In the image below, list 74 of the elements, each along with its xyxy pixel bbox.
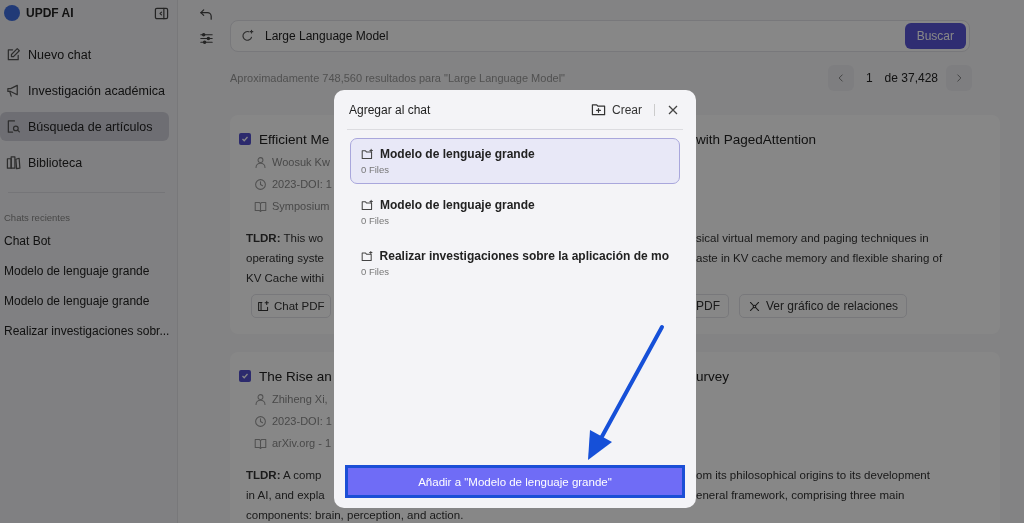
file-count: 0 Files xyxy=(361,266,390,277)
folder-icon xyxy=(361,198,374,212)
nav-item[interactable]: Biblioteca xyxy=(0,148,169,177)
clock-icon xyxy=(254,414,267,428)
checkmark-icon xyxy=(241,135,249,143)
search-spark-icon xyxy=(241,29,255,43)
paper-title[interactable]: Efficient Me xyxy=(259,131,330,147)
chat-option[interactable]: Realizar investigaciones sobre la aplicación de mo 0 Files xyxy=(350,240,680,286)
summary-text: eneral framework, comprising three main xyxy=(696,489,905,501)
folder-icon xyxy=(361,147,374,161)
person-icon xyxy=(254,155,267,169)
paper-title[interactable]: with PagedAttention xyxy=(696,131,817,147)
filter-icon xyxy=(199,31,214,46)
checkbox[interactable] xyxy=(239,133,251,145)
dialog-title: Agregar al chat xyxy=(349,102,432,117)
create-button[interactable]: Crear xyxy=(591,102,642,117)
author-text: Zhiheng Xi, xyxy=(272,393,328,405)
nav-item[interactable]: Búsqueda de artículos xyxy=(0,112,169,141)
summary-text: om its philosophical origins to its development xyxy=(696,469,930,481)
recent-chat[interactable]: Chat Bot xyxy=(4,226,169,256)
undo-icon xyxy=(199,7,214,22)
recent-chat[interactable]: Modelo de lenguaje grande xyxy=(4,256,169,286)
date-text: 2023-DOI: 1 xyxy=(272,415,332,427)
summary-text: TLDR: This wo xyxy=(245,232,324,244)
chat-pdf-button[interactable]: Chat PDF xyxy=(251,294,331,318)
author-text: Woosuk Kw xyxy=(272,156,330,168)
chat-option-title: Modelo de lenguaje grande xyxy=(380,198,535,212)
paper-title[interactable]: urvey xyxy=(696,368,729,384)
summary-text: components: brain, perception, and action. xyxy=(245,509,464,521)
summary-text: TLDR: A comp xyxy=(245,469,322,481)
nav-item[interactable]: Nuevo chat xyxy=(0,40,169,69)
chat-option[interactable]: Modelo de lenguaje grande 0 Files xyxy=(350,138,680,184)
file-count: 0 Files xyxy=(361,164,390,175)
books-icon xyxy=(6,155,21,170)
nav-item[interactable]: Investigación académica xyxy=(0,76,169,105)
book-icon xyxy=(254,199,267,213)
date-text: 2023-DOI: 1 xyxy=(272,178,332,190)
search-button[interactable]: Buscar xyxy=(904,23,966,49)
person-icon xyxy=(254,392,267,406)
page-number: 1 xyxy=(864,71,874,85)
chat-option-title: Realizar investigaciones sobre la aplicación de mo xyxy=(379,249,669,263)
summary-text: sical virtual memory and paging techniques in xyxy=(696,232,929,244)
summary-text: aste in KV cache memory and flexible sharing of xyxy=(696,252,943,264)
document-search-icon xyxy=(6,119,21,134)
venue-text: arXiv.org - 1 xyxy=(272,437,332,449)
megaphone-icon xyxy=(6,83,21,98)
edit-icon xyxy=(6,47,21,62)
recent-chat[interactable]: Realizar investigaciones sobr... xyxy=(4,316,169,346)
add-button[interactable]: Añadir a "Modelo de lenguaje grande" xyxy=(345,465,685,498)
folder-plus-icon xyxy=(591,102,606,117)
sidebar-toggle-icon xyxy=(154,5,169,21)
paper-title[interactable]: The Rise an xyxy=(259,368,332,384)
venue-text: Symposium xyxy=(272,200,330,212)
folder-icon xyxy=(361,249,374,263)
pdf-button[interactable]: PDF xyxy=(696,294,729,318)
search-field[interactable]: Large Language Model Buscar xyxy=(230,20,970,52)
summary-text: KV Cache withi xyxy=(245,272,324,284)
chat-option-title: Modelo de lenguaje grande xyxy=(380,147,535,161)
checkbox[interactable] xyxy=(239,370,251,382)
book-icon xyxy=(254,436,267,450)
relations-graph-button[interactable]: Ver gráfico de relaciones xyxy=(739,294,908,318)
summary-text: operating syste xyxy=(245,252,324,264)
chat-option[interactable]: Modelo de lenguaje grande 0 Files xyxy=(350,189,680,235)
file-count: 0 Files xyxy=(361,215,390,226)
clock-icon xyxy=(254,177,267,191)
app-name: UPDF AI xyxy=(26,6,75,20)
logo-icon xyxy=(4,5,20,21)
chat-document-icon xyxy=(257,299,270,313)
network-icon xyxy=(748,299,761,313)
recent-chat[interactable]: Modelo de lenguaje grande xyxy=(4,286,169,316)
summary-text: in AI, and expla xyxy=(245,489,325,501)
page-total: de 37,428 xyxy=(884,71,938,85)
chevron-right-icon xyxy=(954,73,964,83)
checkmark-icon xyxy=(241,372,249,380)
